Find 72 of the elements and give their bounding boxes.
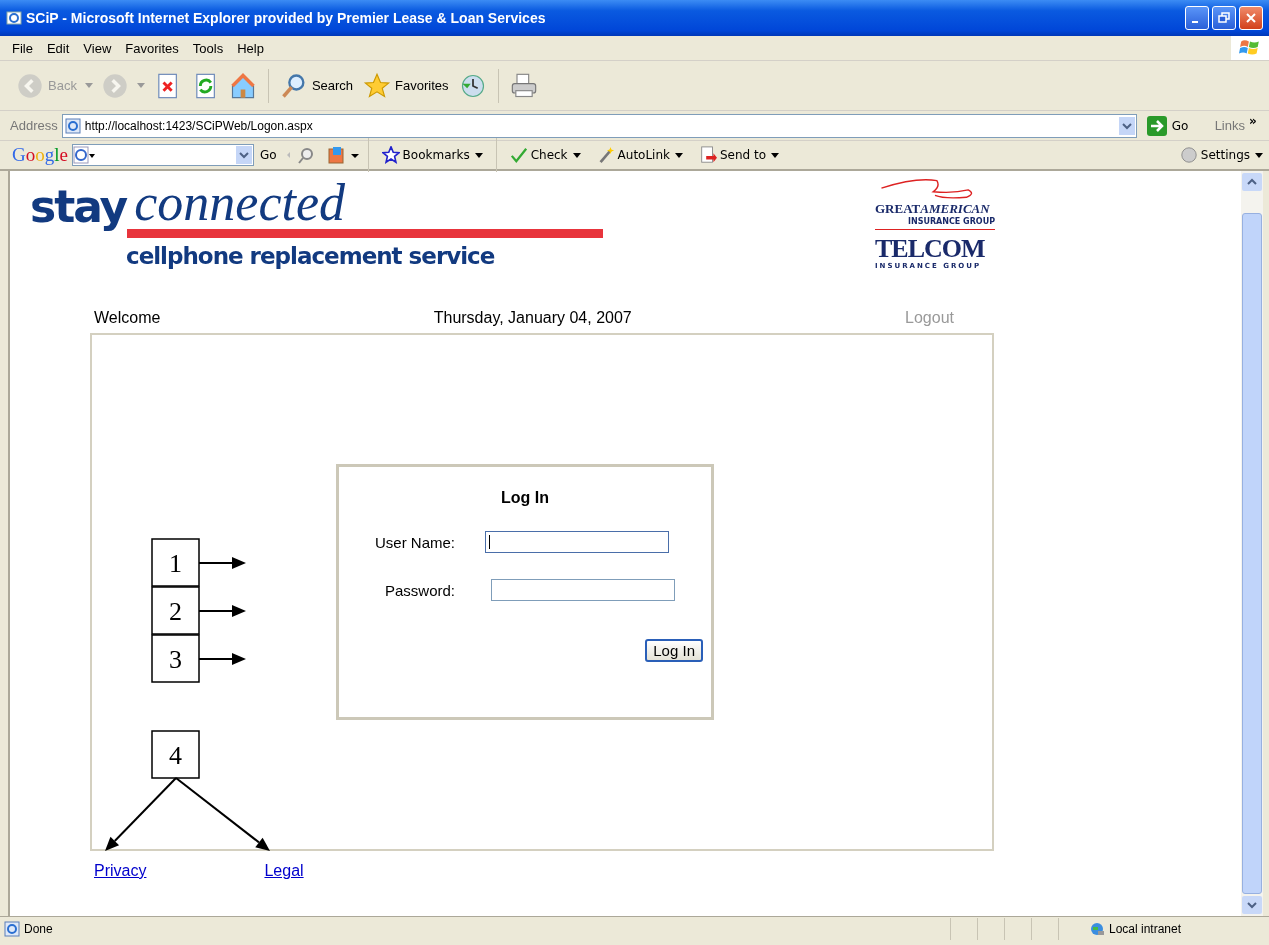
minimize-button[interactable]: [1185, 6, 1209, 30]
window-title: SCiP - Microsoft Internet Explorer provided by Premier Lease & Loan Services: [26, 10, 547, 26]
callout-box: 3: [151, 634, 200, 683]
search-button[interactable]: Search: [277, 69, 356, 102]
scroll-down-icon[interactable]: [1242, 896, 1262, 914]
network-globe-icon: [1089, 921, 1105, 937]
menu-item[interactable]: Favorites: [125, 40, 179, 56]
field-label: User Name:: [373, 533, 455, 551]
login-button[interactable]: Log In: [645, 639, 703, 662]
check-button[interactable]: Check: [503, 145, 587, 165]
menu-item[interactable]: Help: [237, 40, 264, 56]
arrow: [198, 653, 246, 665]
legal-link[interactable]: Legal: [264, 862, 304, 880]
status-text: Done: [24, 922, 54, 936]
google-g-icon[interactable]: [72, 146, 95, 164]
arrow: [198, 557, 246, 569]
page-icon: [64, 117, 81, 134]
caret-icon: [771, 152, 780, 158]
more-chevron[interactable]: »: [1249, 114, 1269, 128]
send-page-icon: [699, 146, 717, 164]
google-logo: Google: [12, 144, 68, 166]
security-zone-text: Local intranet: [1109, 922, 1183, 936]
dropdown-icon[interactable]: [1118, 116, 1135, 135]
scroll-up-icon[interactable]: [1242, 173, 1262, 191]
arrow: [198, 605, 246, 617]
settings-icon: [1179, 146, 1198, 164]
star-outline-icon: [381, 146, 400, 164]
stay-connected-logo: stay connected cellphone replacement service: [30, 177, 603, 303]
menu-item[interactable]: View: [83, 40, 112, 56]
minimize-icon: [1192, 21, 1198, 23]
printer-icon: [509, 71, 538, 100]
field-label: Password:: [383, 581, 455, 599]
login-title: Log In: [500, 489, 550, 507]
restore-icon: [1218, 12, 1230, 24]
close-icon: [1245, 12, 1257, 24]
caret-icon: [474, 152, 483, 158]
callout-box: 2: [151, 586, 200, 635]
vertical-scrollbar[interactable]: [1241, 171, 1263, 916]
address-label: Address: [10, 118, 58, 133]
welcome-text: Welcome: [94, 309, 161, 327]
restore-button[interactable]: [1212, 6, 1236, 30]
username-field[interactable]: [485, 531, 669, 553]
windows-flag-icon: [1231, 36, 1269, 60]
search-field[interactable]: [71, 144, 254, 166]
caret-icon: [572, 152, 581, 158]
password-field[interactable]: [491, 579, 675, 601]
star-icon: [363, 71, 392, 100]
menu-item[interactable]: Edit: [46, 40, 70, 56]
caret-icon[interactable]: [84, 83, 93, 88]
date-text: Thursday, January 04, 2007: [433, 309, 632, 327]
privacy-link[interactable]: Privacy: [94, 862, 147, 880]
go-button[interactable]: Go: [257, 148, 279, 162]
caret-icon: [1255, 152, 1263, 158]
browser-icon: [6, 10, 22, 26]
callout-box: 1: [151, 538, 200, 587]
menu-item[interactable]: File: [12, 40, 33, 56]
bookmarks-button[interactable]: Bookmarks: [375, 145, 489, 165]
house-icon: [228, 71, 257, 100]
sendto-button[interactable]: Send to: [693, 145, 786, 165]
favorites-button[interactable]: Favorites: [361, 69, 451, 102]
address-field[interactable]: http://localhost:1423/SCiPWeb/Logon.aspx: [61, 113, 1137, 138]
links-button[interactable]: Links: [1214, 118, 1245, 133]
page-icon: [4, 921, 20, 937]
go-button[interactable]: Go: [1140, 114, 1205, 137]
callout-box: 4: [151, 730, 200, 779]
menu-item[interactable]: Tools: [192, 40, 224, 56]
spellcheck-icon: [509, 146, 528, 164]
close-button[interactable]: [1239, 6, 1263, 30]
caret-icon: [675, 152, 683, 158]
autolink-button[interactable]: AutoLink: [590, 145, 689, 165]
caret-icon[interactable]: [136, 83, 145, 88]
settings-button[interactable]: Settings: [1173, 145, 1269, 165]
